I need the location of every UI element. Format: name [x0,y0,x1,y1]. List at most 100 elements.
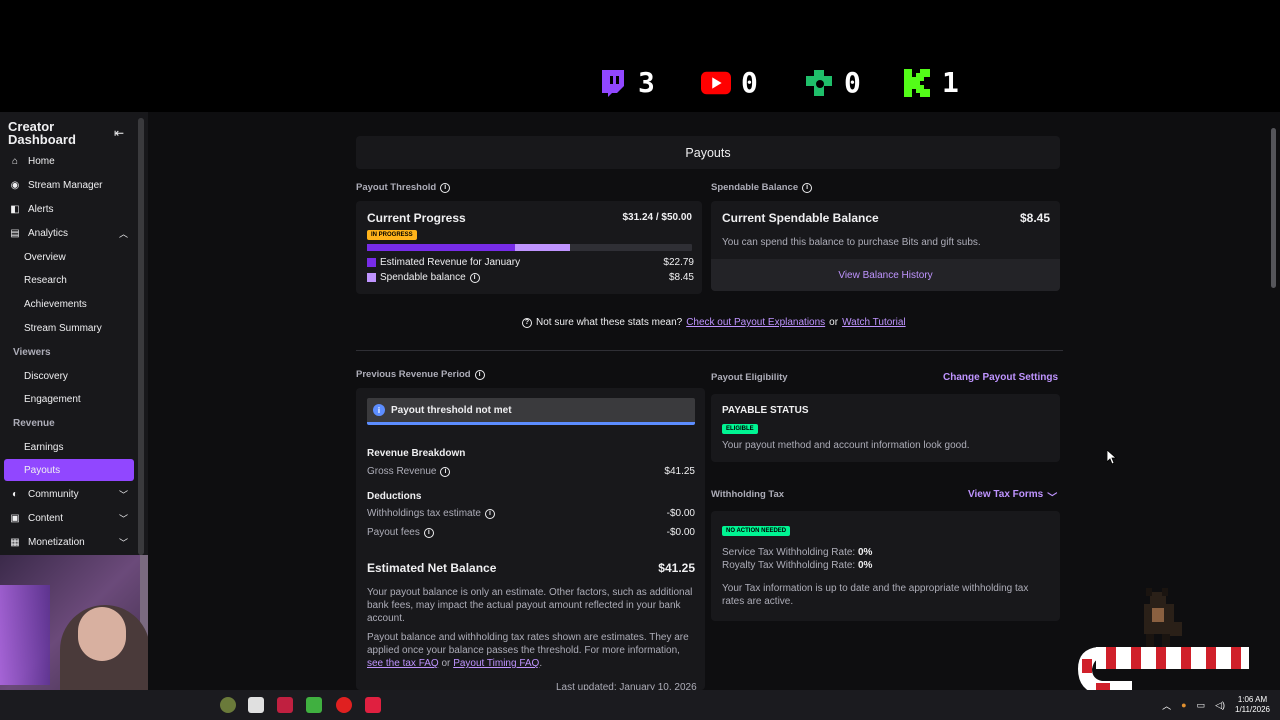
collapse-sidebar-icon[interactable]: ⇤ [114,126,124,140]
sidebar-item-label: Payouts [24,464,61,476]
app-icon[interactable] [220,697,236,713]
payout-explanations-link[interactable]: Check out Payout Explanations [686,317,825,328]
sidebar-item-stream-manager[interactable]: ◉ Stream Manager [4,174,134,196]
chevron-up-icon[interactable]: ︿ [1162,699,1171,712]
app-icon[interactable] [306,697,322,713]
royalty-tax-label: Royalty Tax Withholding Rate: [722,560,856,571]
app-icon[interactable] [336,697,352,713]
kick-counter: 1 [902,66,959,99]
revenue-breakdown-title: Revenue Breakdown [367,448,466,459]
sidebar-item-content[interactable]: ▣ Content ﹀ [4,507,134,529]
progress-revenue-fill [367,244,515,251]
sidebar-item-home[interactable]: ⌂ Home [4,150,134,172]
withholding-row: Withholdings tax estimate i -$0.00 [367,508,695,519]
legend-label: Estimated Revenue for January [380,257,521,268]
sidebar-item-engagement[interactable]: Engagement [4,388,134,410]
info-icon[interactable]: i [484,508,495,519]
info-icon[interactable]: i [440,182,451,193]
sidebar-title: Creator Dashboard [8,119,76,147]
sidebar-item-monetization[interactable]: ▦ Monetization ﹀ [4,531,134,553]
row-label: Payout fees [367,527,420,538]
sidebar-item-achievements[interactable]: Achievements [4,293,134,315]
help-or: or [829,317,839,328]
main-scrollbar[interactable] [1271,120,1277,690]
sidebar-section-viewers: Viewers [4,341,134,363]
alert-text: Payout threshold not met [391,404,512,416]
microphone-icon[interactable]: ● [1181,700,1186,710]
eligibility-description: Your payout method and account informati… [722,440,970,451]
mouse-cursor-icon [1106,449,1118,467]
row-label: Withholdings tax estimate [367,508,481,519]
tax-faq-link[interactable]: see the tax FAQ [367,658,439,669]
payout-threshold-card: Current Progress $31.24 / $50.00 IN PROG… [356,201,702,294]
webcam-light [0,585,50,685]
row-value: -$0.00 [666,527,695,538]
spendable-description: You can spend this balance to purchase B… [722,237,981,248]
content-icon: ▣ [10,512,20,524]
help-line: ? Not sure what these stats mean? Check … [522,317,906,328]
sidebar-item-alerts[interactable]: ◧ Alerts [4,198,134,220]
info-icon[interactable]: i [440,466,451,477]
sidebar-item-label: Engagement [24,393,81,405]
sidebar-item-label: Overview [24,251,66,263]
info-icon[interactable]: i [469,272,480,283]
system-tray: ︿ ● ▭ ◁) 1:06 AM 1/11/2026 [1162,690,1280,720]
scrollbar-thumb[interactable] [1271,128,1276,288]
app-icon[interactable] [248,697,264,713]
view-balance-history-button[interactable]: View Balance History [711,259,1060,291]
row-label: Estimated Net Balance [367,561,497,575]
network-icon[interactable]: ▭ [1197,700,1206,711]
watch-tutorial-link[interactable]: Watch Tutorial [842,317,906,328]
webcam-face [78,607,126,661]
kick-alt-icon [804,68,834,98]
sidebar-item-label: Analytics [28,227,69,239]
community-icon: ◐ [11,488,19,500]
change-payout-settings-link[interactable]: Change Payout Settings [943,372,1058,383]
sidebar-item-community[interactable]: ◐ Community ﹀ [4,483,134,505]
info-icon[interactable]: i [802,182,813,193]
tax-note-text: Payout balance and withholding tax rates… [367,632,689,656]
spendable-balance-card: Current Spendable Balance $8.45 You can … [711,201,1060,291]
page-title: Payouts [685,145,731,160]
payout-eligibility-label: Payout Eligibility [711,372,788,383]
last-updated: Last updated: January 10, 2026 [556,682,697,690]
kick-icon [902,68,932,98]
sidebar-item-label: Alerts [28,203,54,215]
sidebar-item-research[interactable]: Research [4,269,134,291]
progress-amount: $31.24 / $50.00 [622,212,692,223]
info-icon[interactable]: i [423,527,434,538]
legend-swatch [367,258,376,267]
payable-status-title: PAYABLE STATUS [722,405,809,416]
home-icon: ⌂ [11,155,19,167]
info-icon[interactable]: i [474,369,485,380]
clock-time: 1:06 AM [1237,695,1268,704]
payout-eligibility-card: PAYABLE STATUS ELIGIBLE Your payout meth… [711,394,1060,462]
section-label: Payout Threshold [356,182,437,193]
sidebar-scrollbar[interactable] [138,118,144,555]
eligible-badge: ELIGIBLE [722,424,758,434]
kick-count: 1 [942,66,959,99]
sidebar: Creator Dashboard ⇤ ⌂ Home ◉ Stream Mana… [0,112,148,555]
sidebar-item-discovery[interactable]: Discovery [4,365,134,387]
sidebar-item-stream-summary[interactable]: Stream Summary [4,317,134,339]
royalty-tax-row: Royalty Tax Withholding Rate: 0% [722,560,872,571]
speaker-icon[interactable]: ◁) [1215,700,1225,711]
previous-revenue-label: Previous Revenue Period i [356,369,485,380]
estimate-note: Your payout balance is only an estimate.… [367,587,693,624]
app-icon[interactable] [365,697,381,713]
clock[interactable]: 1:06 AM 1/11/2026 [1235,695,1270,715]
sidebar-item-payouts[interactable]: Payouts [4,459,134,481]
sidebar-item-analytics[interactable]: ▤ Analytics ︿ [4,222,134,244]
clock-date: 1/11/2026 [1235,705,1270,714]
chevron-down-icon: ﹀ [1047,493,1058,504]
sidebar-item-earnings[interactable]: Earnings [4,436,134,458]
view-tax-forms-button[interactable]: View Tax Forms ﹀ [968,489,1057,504]
app-icon[interactable] [277,697,293,713]
section-label: Spendable Balance [711,182,799,193]
sidebar-item-overview[interactable]: Overview [4,246,134,268]
scrollbar-thumb[interactable] [138,118,144,555]
payout-timing-faq-link[interactable]: Payout Timing FAQ [453,658,539,669]
alerts-icon: ◧ [10,203,20,215]
help-icon: ? [522,317,532,328]
sidebar-item-label: Monetization [28,536,85,548]
